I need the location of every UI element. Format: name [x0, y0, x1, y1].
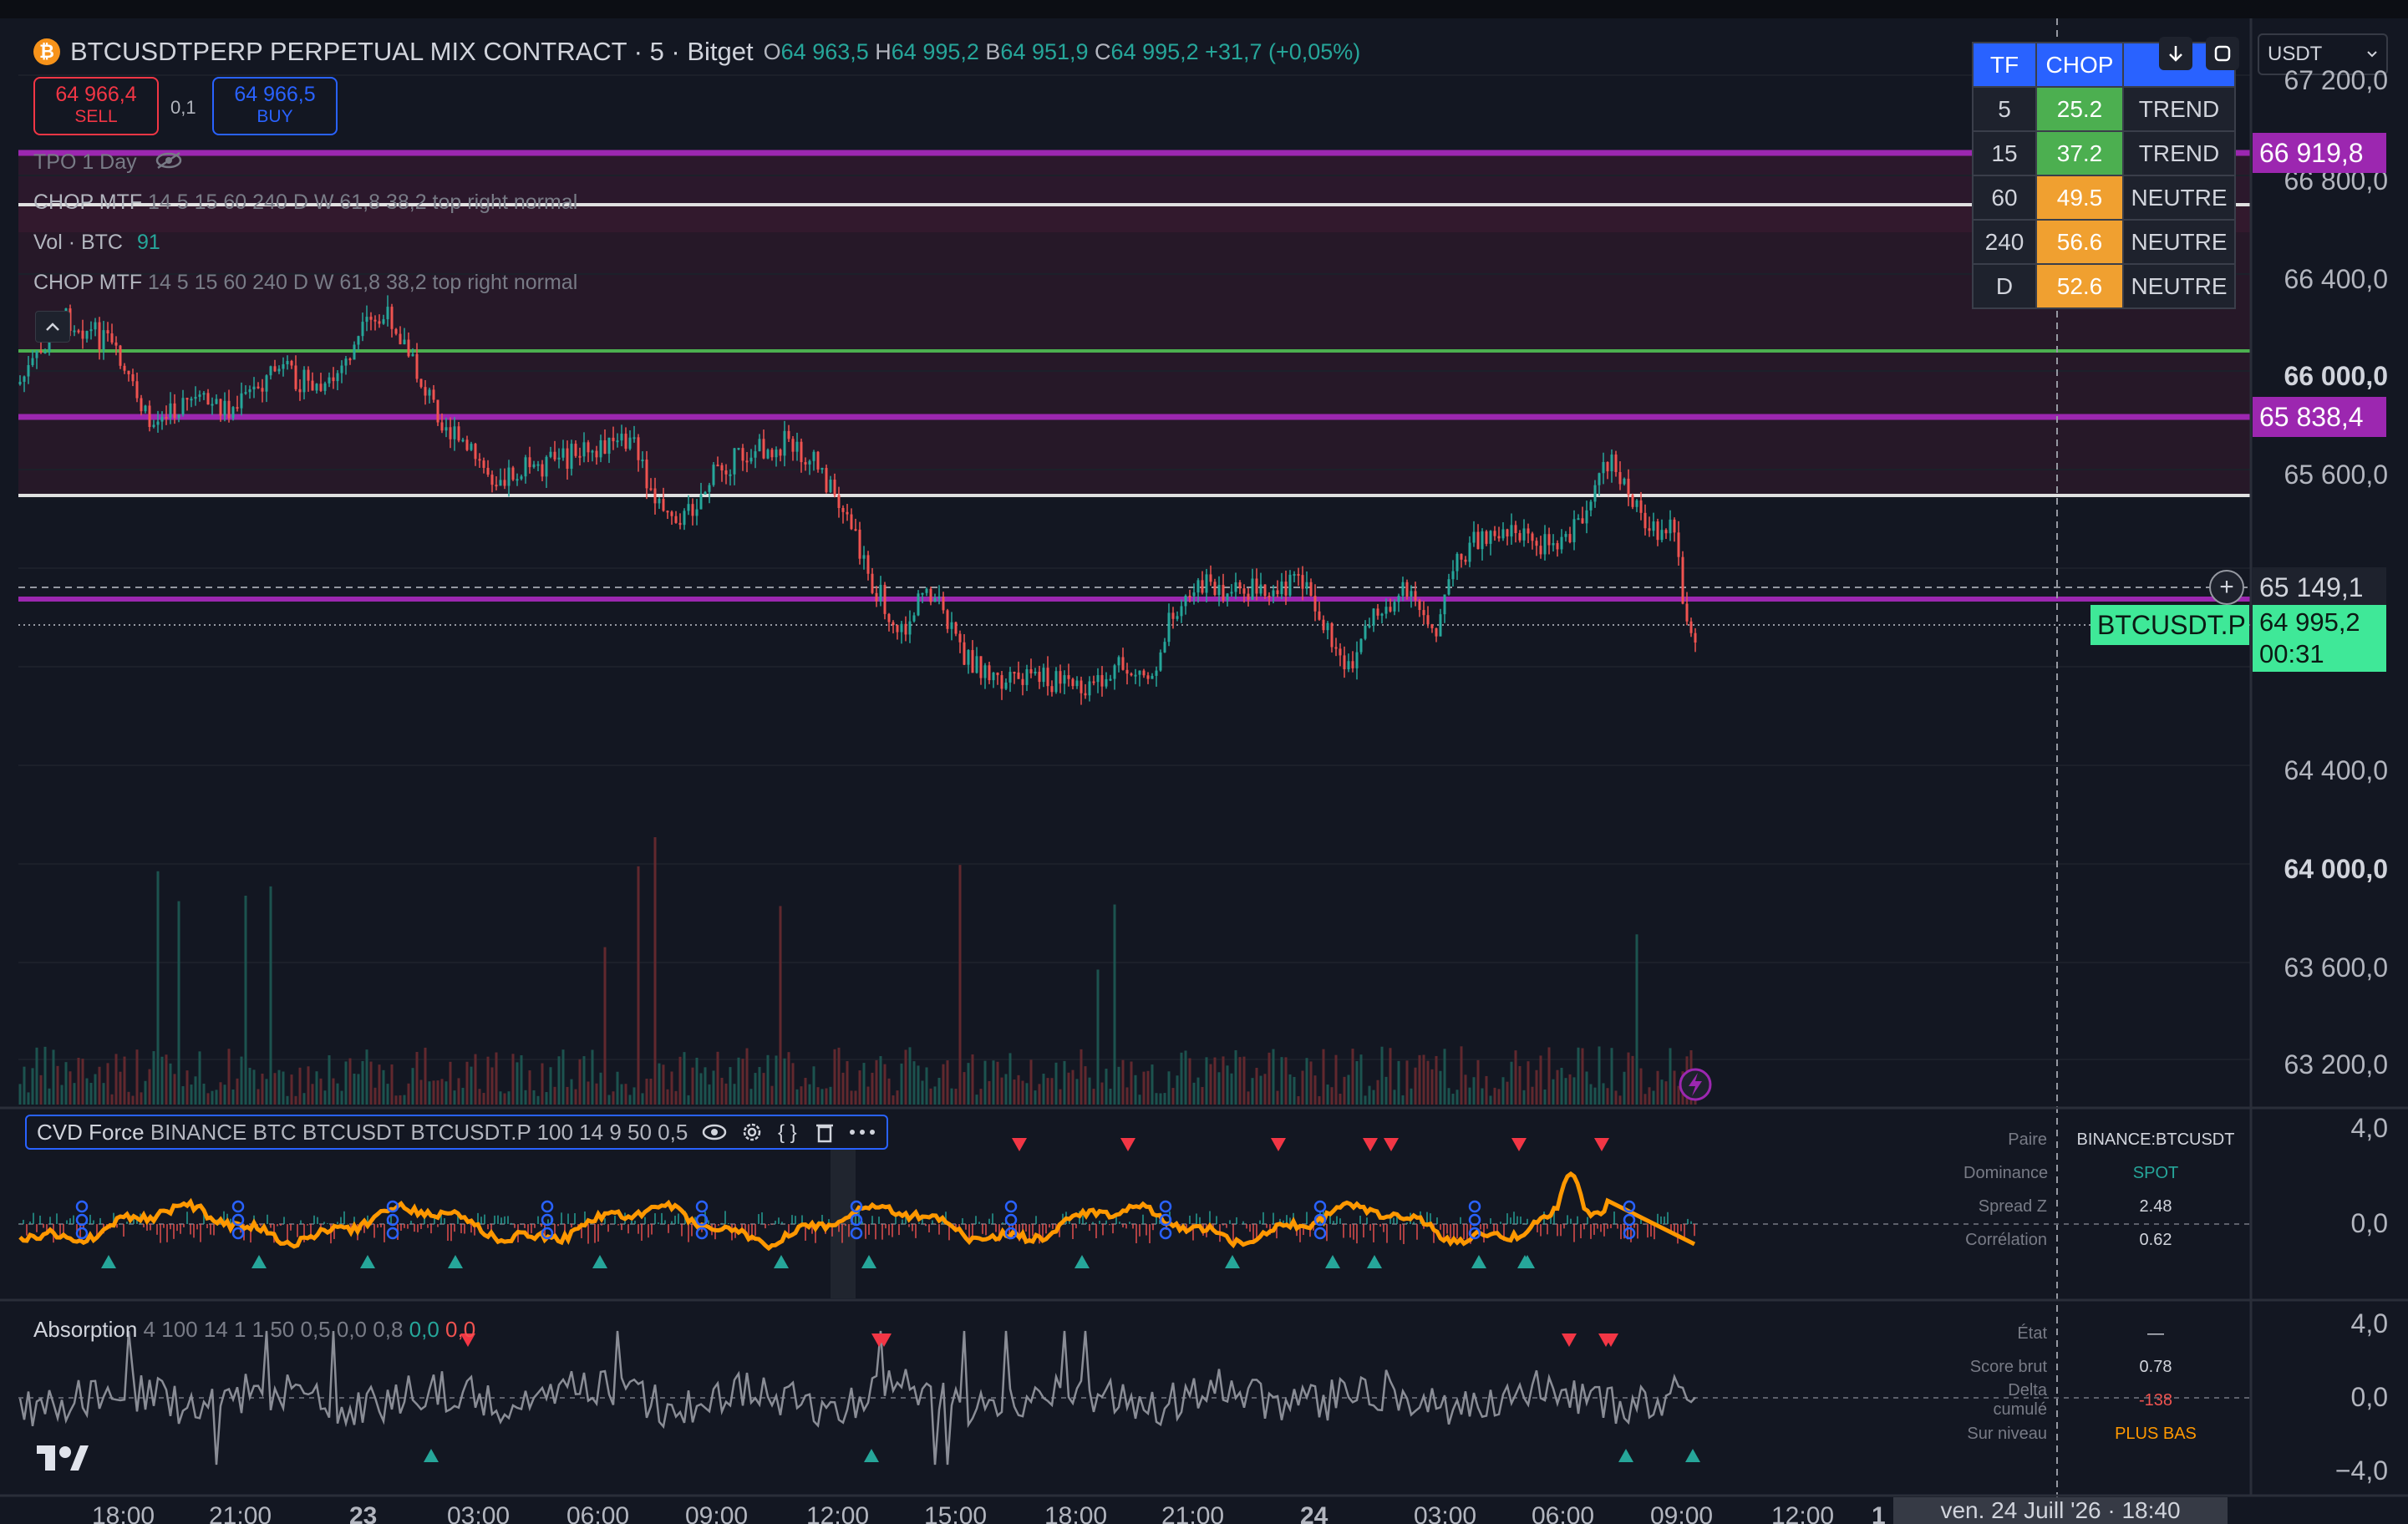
price-label-67200: 67 200,0	[2284, 65, 2388, 95]
price-label-65600: 65 600,0	[2284, 460, 2388, 490]
svg-text:{ }: { }	[778, 1121, 797, 1143]
price-label-63200: 63 200,0	[2284, 1049, 2388, 1080]
absorption-info-table: État — Score brut 0.78 Delta cumulé -138 Su…	[1967, 1323, 2197, 1443]
trading-chart[interactable]: ₿ BTCUSDTPERP PERPETUAL MIX CONTRACT · 5…	[0, 0, 2408, 1524]
time-label: 09:00	[1650, 1502, 1714, 1524]
eye-hidden-icon[interactable]	[155, 151, 183, 175]
time-label: 21:00	[1161, 1502, 1225, 1524]
legend-tpo[interactable]: TPO 1 Day	[33, 150, 183, 175]
time-label: 15:00	[924, 1502, 988, 1524]
sell-button[interactable]: 64 966,4 SELL	[33, 77, 159, 135]
price-label-66000: 66 000,0	[2284, 361, 2388, 391]
symbol-title[interactable]: BTCUSDTPERP PERPETUAL MIX CONTRACT · 5 ·…	[70, 37, 754, 67]
last-price-tag: 64 995,2 00:31	[2253, 605, 2386, 672]
time-label: 03:00	[1414, 1502, 1477, 1524]
chevron-down-icon	[2367, 51, 2377, 58]
time-label: 1	[1872, 1502, 1886, 1524]
time-label: 18:00	[1044, 1502, 1108, 1524]
add-alert-icon[interactable]: +	[2209, 570, 2244, 605]
price-tag-purple-mid: 65 838,4	[2253, 397, 2386, 437]
cvd-legend[interactable]: CVD Force BINANCE BTC BTCUSDT BTCUSDT.P …	[25, 1115, 889, 1150]
chop-table-header-chop: CHOP	[2035, 42, 2124, 88]
time-label: 06:00	[566, 1502, 630, 1524]
cvd-info-table: Paire BINANCE:BTCUSDT Dominance SPOT Sprea…	[1963, 1130, 2235, 1249]
chop-row-5: 5 25.2 TREND	[1972, 86, 2236, 132]
refresh-icon[interactable]	[2206, 37, 2239, 70]
time-label: 12:00	[806, 1502, 870, 1524]
chevron-up-icon	[46, 323, 59, 331]
chop-row-d: D 52.6 NEUTRE	[1972, 263, 2236, 309]
abs-scale-0: 0,0	[2350, 1382, 2388, 1412]
chop-table-header-tf: TF	[1972, 42, 2037, 88]
price-label-64000: 64 000,0	[2284, 854, 2388, 884]
time-label: 24	[1300, 1502, 1328, 1524]
absorption-legend[interactable]: Absorption 4 100 14 1 1 50 0,5 0,0 0,8 0…	[33, 1317, 475, 1343]
trash-icon[interactable]	[815, 1121, 835, 1143]
download-icon[interactable]	[2159, 37, 2192, 70]
buy-button[interactable]: 64 966,5 BUY	[212, 77, 338, 135]
time-label: 06:00	[1532, 1502, 1595, 1524]
price-label-66400: 66 400,0	[2284, 264, 2388, 294]
crosshair-price-tag: 65 149,1	[2253, 567, 2386, 607]
time-label: 03:00	[447, 1502, 511, 1524]
crosshair-time-tag: ven. 24 Juill '26 · 18:40	[1893, 1497, 2228, 1524]
source-code-icon[interactable]: { }	[776, 1121, 801, 1143]
collapse-legend-button[interactable]	[35, 311, 70, 343]
time-label: 09:00	[685, 1502, 749, 1524]
ohlc-values: O64 963,5 H64 995,2 B64 951,9 C64 995,2 …	[763, 38, 1361, 64]
legend-chop-1[interactable]: CHOP MTF 14 5 15 60 240 D W 61,8 38,2 to…	[33, 190, 577, 215]
abs-scale-4: 4,0	[2350, 1308, 2388, 1339]
chop-mtf-table: TF CHOP 5 25.2 TREND 15 37.2 TREND 60 49.5 NEU…	[1972, 42, 2236, 309]
price-tag-purple-top: 66 919,8	[2253, 133, 2386, 173]
abs-scale-neg4: −4,0	[2334, 1455, 2388, 1486]
time-label: 23	[349, 1502, 378, 1524]
symbol-price-tag: BTCUSDT.P	[2090, 605, 2249, 645]
eye-icon[interactable]	[701, 1123, 728, 1141]
chop-row-15: 15 37.2 TREND	[1972, 130, 2236, 176]
btc-logo-icon: ₿	[33, 38, 60, 65]
symbol-header: ₿ BTCUSDTPERP PERPETUAL MIX CONTRACT · 5…	[33, 37, 1360, 67]
settings-gear-icon[interactable]	[741, 1121, 763, 1143]
lightning-icon	[1679, 1068, 1712, 1101]
time-label: 18:00	[92, 1502, 155, 1524]
chop-row-60: 60 49.5 NEUTRE	[1972, 175, 2236, 221]
cvd-scale-4: 4,0	[2350, 1113, 2388, 1143]
more-options-icon[interactable]	[848, 1128, 876, 1136]
chop-row-240: 240 56.6 NEUTRE	[1972, 219, 2236, 265]
cvd-scale-0: 0,0	[2350, 1208, 2388, 1238]
price-label-63600: 63 600,0	[2284, 952, 2388, 983]
spread-value: 0,1	[170, 97, 196, 118]
time-label: 12:00	[1771, 1502, 1835, 1524]
price-label-64400: 64 400,0	[2284, 755, 2388, 785]
legend-volume[interactable]: Vol · BTC 91	[33, 231, 160, 255]
time-label: 21:00	[209, 1502, 272, 1524]
legend-chop-2[interactable]: CHOP MTF 14 5 15 60 240 D W 61,8 38,2 to…	[33, 271, 577, 295]
